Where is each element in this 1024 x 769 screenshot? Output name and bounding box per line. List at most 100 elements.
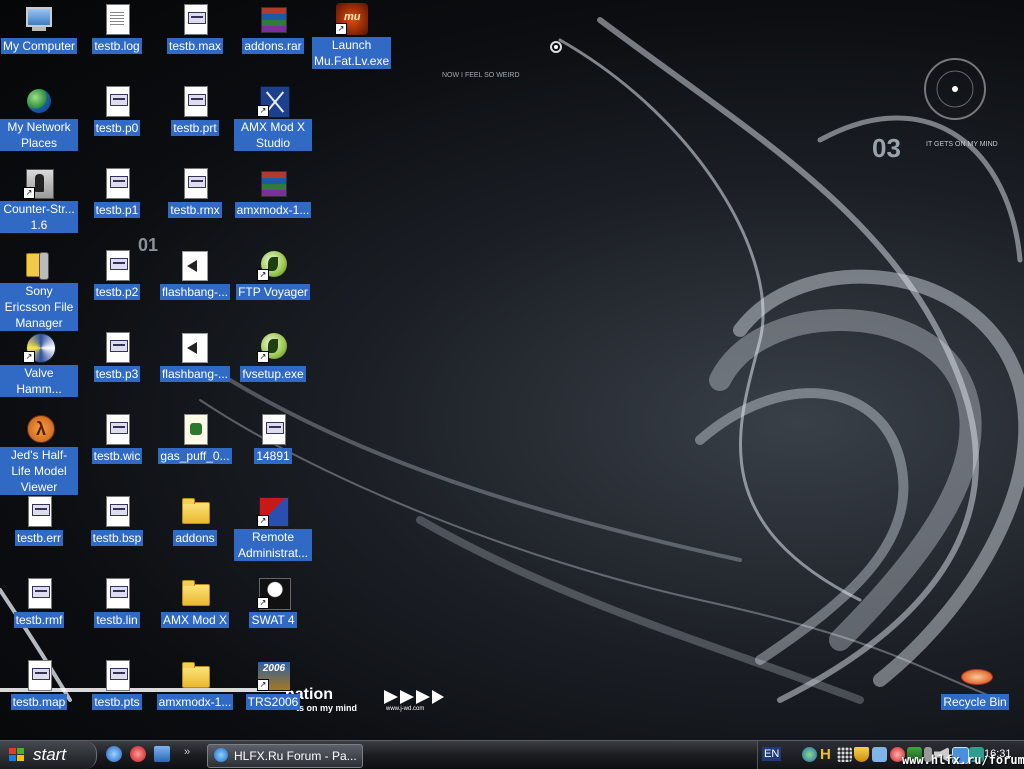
language-indicator[interactable]: EN (762, 747, 782, 761)
task-label: HLFX.Ru Forum - Pa... (234, 749, 357, 763)
desktop-icon-label: Valve Hamm... (0, 365, 78, 397)
desktop-icon-label: testb.rmx (168, 202, 222, 218)
desktop-icon-label: SWAT 4 (249, 612, 297, 628)
desktop-icon-amxmodx-1[interactable]: amxmodx-1... (156, 659, 234, 711)
desktop-icon-fvsetup-exe[interactable]: ↗ fvsetup.exe (234, 331, 312, 383)
desktop-icon-testb-rmf[interactable]: testb.rmf (0, 577, 78, 629)
desktop-icon-label: testb.log (92, 38, 142, 54)
desktop-icon-testb-prt[interactable]: testb.prt (156, 85, 234, 137)
desktop-icon-ftp-voyager[interactable]: ↗ FTP Voyager (234, 249, 312, 301)
desktop-icon-amx-mod-x-studio[interactable]: ↗ AMX Mod X Studio (234, 85, 312, 152)
desktop-icon-label: testb.p0 (93, 120, 141, 136)
file-glyph (110, 586, 128, 598)
desktop-icon-launch-mu-fat-lv-exe[interactable]: ↗ Launch Mu.Fat.Lv.exe (312, 3, 392, 70)
desktop-icon-testb-log[interactable]: testb.log (78, 3, 156, 55)
desktop-icon-amxmodx-1[interactable]: amxmodx-1... (234, 167, 312, 219)
desktop-icon-testb-max[interactable]: testb.max (156, 3, 234, 55)
desktop-icon-label: flashbang-... (159, 366, 231, 382)
opera-icon[interactable] (130, 746, 146, 762)
desktop-icon-label: Sony Ericsson File Manager (0, 283, 78, 331)
desktop-icon-my-network-places[interactable]: My Network Places (0, 85, 78, 152)
desktop-icon-amx-mod-x[interactable]: AMX Mod X (156, 577, 234, 629)
desktop-icon-testb-p3[interactable]: testb.p3 (78, 331, 156, 383)
file-glyph (32, 586, 50, 598)
desktop-icon-label: My Network Places (0, 119, 78, 151)
desktop-icon-flashbang[interactable]: flashbang-... (156, 249, 234, 301)
desktop-icon-testb-lin[interactable]: testb.lin (78, 577, 156, 629)
ftp-voyager-icon: ↗ (257, 331, 289, 363)
desktop-icon-label: testb.p2 (93, 284, 141, 300)
desktop-icon-recycle-bin[interactable]: Recycle Bin (936, 659, 1014, 711)
desktop-icon-testb-p1[interactable]: testb.p1 (78, 167, 156, 219)
counter-strike-icon: ↗ (23, 167, 55, 199)
file-icon-shape (106, 578, 130, 609)
desktop-icon-testb-wic[interactable]: testb.wic (78, 413, 156, 465)
security-shield-icon[interactable] (854, 747, 869, 762)
desktop-icon-14891[interactable]: 14891 (234, 413, 312, 465)
show-desktop-icon[interactable] (154, 746, 170, 762)
folder-icon-shape (182, 580, 210, 606)
file-icon-shape (28, 660, 52, 691)
file-icon-shape (106, 496, 130, 527)
network-globe-icon[interactable] (802, 747, 817, 762)
desktop-icon-testb-map[interactable]: testb.map (0, 659, 78, 711)
chevron-icon[interactable]: » (184, 746, 190, 758)
desktop-icon-label: Remote Administrat... (234, 529, 312, 561)
winrar-icon (257, 167, 289, 199)
taskbar-button-hlfx-forum[interactable]: HLFX.Ru Forum - Pa... (207, 744, 363, 768)
sound-file-icon (179, 249, 211, 281)
desktop-icon-testb-rmx[interactable]: testb.rmx (156, 167, 234, 219)
internet-explorer-icon[interactable] (106, 746, 122, 762)
shortcut-arrow-icon: ↗ (23, 351, 35, 363)
file-icon-shape (106, 250, 130, 281)
file-glyph (110, 668, 128, 680)
desktop-icon-valve-hamm[interactable]: ↗ Valve Hamm... (0, 331, 78, 398)
desktop-icon-label: testb.max (166, 38, 224, 54)
dots-tray-icon[interactable] (837, 747, 852, 762)
desktop-icon-label: flashbang-... (159, 284, 231, 300)
text-file-icon-shape (106, 4, 130, 35)
wallpaper-arrows (384, 690, 444, 704)
desktop-icon-label: testb.lin (94, 612, 140, 628)
shortcut-arrow-icon: ↗ (257, 515, 269, 527)
my-computer-icon (23, 3, 55, 35)
desktop-icon-testb-p2[interactable]: testb.p2 (78, 249, 156, 301)
desktop-icon-testb-p0[interactable]: testb.p0 (78, 85, 156, 137)
desktop-icon-addons[interactable]: addons (156, 495, 234, 547)
desktop-icon-testb-pts[interactable]: testb.pts (78, 659, 156, 711)
desktop-icon-label: testb.rmf (13, 612, 65, 628)
network-places-icon (23, 85, 55, 117)
desktop-icon-testb-bsp[interactable]: testb.bsp (78, 495, 156, 547)
desktop-icon-flashbang[interactable]: flashbang-... (156, 331, 234, 383)
desktop-icon-label: gas_puff_0... (158, 448, 232, 464)
mail-tray-icon[interactable] (872, 747, 887, 762)
script-file-icon (179, 413, 211, 445)
file-glyph (188, 176, 206, 188)
desktop-icon-label: 14891 (254, 448, 292, 464)
desktop-icon-jed-s-half-life-model-viewer[interactable]: λ Jed's Half-Life Model Viewer (0, 413, 78, 496)
desktop-icon-addons-rar[interactable]: addons.rar (234, 3, 312, 55)
desktop-icon-label: amxmodx-1... (234, 202, 312, 218)
globe-file-icon-shape (28, 578, 52, 609)
desktop-icon-label: fvsetup.exe (240, 366, 306, 382)
desktop-icon-trs2006[interactable]: 2006 ↗ TRS2006 (234, 659, 312, 711)
file-icon (179, 85, 211, 117)
desktop-icon-sony-ericsson-file-manager[interactable]: Sony Ericsson File Manager (0, 249, 78, 332)
windows-flag-icon (9, 748, 25, 762)
sound-file-icon (179, 331, 211, 363)
sound-file-icon-shape (182, 333, 208, 363)
file-glyph (110, 504, 128, 516)
desktop-icon-swat-4[interactable]: ↗ SWAT 4 (234, 577, 312, 629)
desktop-icon-gas-puff-0[interactable]: gas_puff_0... (156, 413, 234, 465)
sound-file-icon-shape (182, 251, 208, 281)
file-glyph (32, 504, 50, 516)
recycle-bin-icon-shape (961, 669, 993, 685)
desktop-icon-testb-err[interactable]: testb.err (0, 495, 78, 547)
start-button[interactable]: start (0, 741, 97, 769)
desktop-icon-remote-administrat[interactable]: ↗ Remote Administrat... (234, 495, 312, 562)
desktop-icon-my-computer[interactable]: My Computer (0, 3, 78, 55)
h-tray-icon[interactable]: H (820, 747, 835, 762)
desktop-icon-counter-str-1-6[interactable]: ↗ Counter-Str... 1.6 (0, 167, 78, 234)
shortcut-arrow-icon: ↗ (257, 679, 269, 691)
file-icon (101, 413, 133, 445)
